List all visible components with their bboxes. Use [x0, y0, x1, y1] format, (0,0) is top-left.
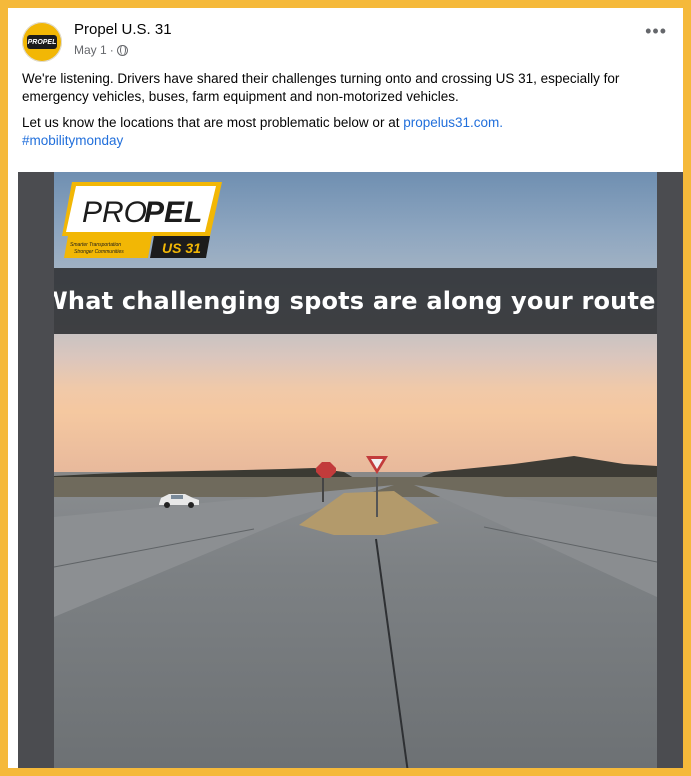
logo-brand-light: PRO — [82, 196, 147, 229]
propel-logo: PRO PEL Smarter Transportation Stronger … — [62, 182, 222, 258]
more-options-icon[interactable]: ••• — [645, 22, 667, 40]
post-paragraph-2-text: Let us know the locations that are most … — [22, 115, 404, 130]
meta-separator: · — [109, 43, 114, 57]
car-image — [159, 494, 199, 508]
stop-sign-icon — [316, 462, 336, 478]
banner-text: What challenging spots are along your ro… — [54, 287, 657, 315]
post-paragraph-2: Let us know the locations that are most … — [22, 114, 667, 150]
page-name[interactable]: Propel U.S. 31 — [74, 21, 172, 38]
post-header: PROPEL Propel U.S. 31 May 1 · ••• — [22, 20, 669, 64]
hashtag-link[interactable]: #mobilitymonday — [22, 133, 123, 148]
globe-icon[interactable] — [116, 44, 128, 56]
facebook-post: PROPEL Propel U.S. 31 May 1 · ••• We're … — [12, 12, 683, 768]
page-avatar[interactable]: PROPEL — [22, 22, 62, 62]
logo-tagline-2: Stronger Communities — [74, 249, 124, 255]
logo-brand-bold: PEL — [144, 196, 202, 229]
website-link[interactable]: propelus31.com. — [403, 115, 503, 130]
post-date[interactable]: May 1 — [74, 43, 107, 57]
yield-sign-icon — [366, 456, 388, 474]
post-meta: May 1 · — [74, 43, 128, 57]
road-surface — [54, 467, 657, 768]
logo-route: US 31 — [162, 240, 201, 256]
road-markings — [54, 467, 657, 768]
road-photo: PRO PEL Smarter Transportation Stronger … — [54, 172, 657, 768]
post-text: We're listening. Drivers have shared the… — [22, 70, 667, 158]
post-image[interactable]: PRO PEL Smarter Transportation Stronger … — [18, 172, 683, 768]
logo-tagline-1: Smarter Transportation — [70, 242, 121, 248]
question-banner: What challenging spots are along your ro… — [54, 268, 657, 334]
screenshot-frame: PROPEL Propel U.S. 31 May 1 · ••• We're … — [0, 0, 691, 776]
avatar-logo: PROPEL — [27, 35, 57, 49]
post-paragraph-1: We're listening. Drivers have shared the… — [22, 71, 620, 104]
